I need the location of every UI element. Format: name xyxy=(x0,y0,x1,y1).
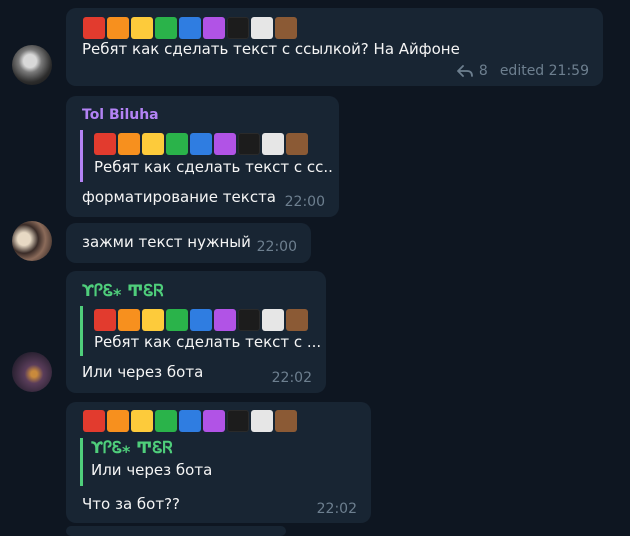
reply-quote[interactable]: ϒᎵᏋ⁎ ͲᏋᏒ Или через бота xyxy=(80,438,212,486)
sender-name[interactable]: ϒᎵᏋ⁎ ͲᏋᏒ xyxy=(82,281,164,301)
reply-arrow-icon[interactable] xyxy=(456,64,473,78)
color-square-emoji-5 xyxy=(203,410,225,432)
color-square-emoji-8 xyxy=(286,133,308,155)
replies-count[interactable]: 8 xyxy=(479,63,488,79)
color-square-emoji-0 xyxy=(94,309,116,331)
color-square-emoji-6 xyxy=(238,309,260,331)
reply-quote[interactable]: Ребят как сделать текст с ... xyxy=(80,306,321,356)
chat-history: Ребят как сделать текст с ссылкой? На Ай… xyxy=(0,0,630,536)
message-bubble[interactable] xyxy=(66,526,286,536)
color-square-emoji-4 xyxy=(179,410,201,432)
quote-author: ϒᎵᏋ⁎ ͲᏋᏒ xyxy=(91,438,173,457)
message-text: Ребят как сделать текст с ссылкой? На Ай… xyxy=(82,40,460,58)
color-square-emoji-7 xyxy=(262,133,284,155)
message-bubble[interactable]: ϒᎵᏋ⁎ ͲᏋᏒ Ребят как сделать текст с ... И… xyxy=(66,271,326,393)
message-text: форматирование текста xyxy=(82,188,277,206)
color-square-emoji-1 xyxy=(107,410,129,432)
color-squares-emoji xyxy=(83,17,297,39)
color-square-emoji-7 xyxy=(251,410,273,432)
color-square-emoji-6 xyxy=(238,133,260,155)
color-square-emoji-0 xyxy=(94,133,116,155)
color-square-emoji-1 xyxy=(118,309,140,331)
message-meta: 8 edited 21:59 xyxy=(456,63,589,79)
color-square-emoji-3 xyxy=(155,17,177,39)
color-squares-emoji xyxy=(83,410,297,432)
color-square-emoji-8 xyxy=(275,410,297,432)
color-square-emoji-7 xyxy=(262,309,284,331)
color-square-emoji-3 xyxy=(166,133,188,155)
message-time: edited 21:59 xyxy=(499,63,589,79)
color-square-emoji-6 xyxy=(227,17,249,39)
color-square-emoji-4 xyxy=(179,17,201,39)
color-square-emoji-8 xyxy=(275,17,297,39)
color-square-emoji-5 xyxy=(214,133,236,155)
color-square-emoji-3 xyxy=(166,309,188,331)
message-bubble[interactable]: Ребят как сделать текст с ссылкой? На Ай… xyxy=(66,8,603,86)
user-avatar[interactable] xyxy=(12,352,52,392)
message-time: 22:02 xyxy=(271,370,312,386)
quote-text: Или через бота xyxy=(91,461,213,479)
message-bubble[interactable]: зажми текст нужный 22:00 xyxy=(66,223,311,263)
color-squares-emoji xyxy=(94,309,308,331)
color-square-emoji-5 xyxy=(214,309,236,331)
color-square-emoji-0 xyxy=(83,410,105,432)
message-bubble[interactable]: ϒᎵᏋ⁎ ͲᏋᏒ Или через бота Что за бот?? 22:… xyxy=(66,402,371,523)
color-square-emoji-5 xyxy=(203,17,225,39)
quote-text: Ребят как сделать текст с сс... xyxy=(94,158,334,176)
message-bubble[interactable]: Tol Biluha Ребят как сделать текст с сс.… xyxy=(66,96,339,217)
quote-text: Ребят как сделать текст с ... xyxy=(94,333,322,351)
color-square-emoji-4 xyxy=(190,133,212,155)
message-text: зажми текст нужный xyxy=(82,233,251,251)
message-time: 22:02 xyxy=(316,501,357,517)
color-square-emoji-1 xyxy=(118,133,140,155)
message-text: Или через бота xyxy=(82,363,204,381)
message-time: 22:00 xyxy=(284,194,325,210)
color-square-emoji-2 xyxy=(142,133,164,155)
color-square-emoji-2 xyxy=(142,309,164,331)
user-avatar[interactable] xyxy=(12,45,52,85)
color-squares-emoji xyxy=(94,133,308,155)
color-square-emoji-1 xyxy=(107,17,129,39)
color-square-emoji-3 xyxy=(155,410,177,432)
color-square-emoji-2 xyxy=(131,410,153,432)
color-square-emoji-2 xyxy=(131,17,153,39)
reply-quote[interactable]: Ребят как сделать текст с сс... xyxy=(80,130,334,182)
color-square-emoji-0 xyxy=(83,17,105,39)
color-square-emoji-6 xyxy=(227,410,249,432)
color-square-emoji-8 xyxy=(286,309,308,331)
color-square-emoji-7 xyxy=(251,17,273,39)
message-text: Что за бот?? xyxy=(82,495,180,513)
sender-name[interactable]: Tol Biluha xyxy=(82,107,159,123)
message-time: 22:00 xyxy=(256,239,297,255)
user-avatar[interactable] xyxy=(12,221,52,261)
color-square-emoji-4 xyxy=(190,309,212,331)
